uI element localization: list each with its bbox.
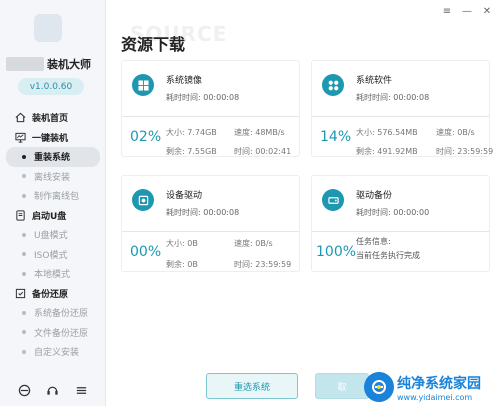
sidebar-item-one-click[interactable]: 一键装机 (0, 128, 106, 148)
app-logo (34, 14, 62, 42)
remaining-value: 剩余: 0B (166, 260, 198, 269)
brand-text: 纯净系统家园 www.yidaimei.com (397, 373, 481, 402)
bullet-icon (22, 252, 26, 257)
page-title: 资源下载 (121, 35, 186, 54)
card-title: 系统软件 (356, 76, 393, 86)
remaining-value: 剩余: 491.92MB (356, 147, 418, 156)
divider (312, 116, 489, 117)
backup-icon (14, 287, 26, 299)
size-value: 大小: 7.74GB (166, 128, 217, 137)
task-info-label: 任务信息: (356, 237, 391, 246)
close-button[interactable]: ✕ (482, 6, 492, 17)
home-icon (14, 112, 26, 124)
sidebar-item-offline-install[interactable]: 离线安装 (0, 167, 106, 187)
support-icon[interactable] (45, 382, 61, 398)
bullet-icon (22, 174, 26, 179)
windows-icon (132, 74, 154, 96)
sidebar-item-local-mode[interactable]: 本地模式 (0, 264, 106, 284)
elapsed-time: 耗时时间: 00:00:08 (166, 93, 240, 102)
window-controls: ≡ — ✕ (442, 6, 492, 17)
sidebar-item-backup[interactable]: 备份还原 (0, 284, 106, 304)
card-title: 系统镜像 (166, 76, 203, 86)
reselect-system-button[interactable]: 重选系统 (206, 373, 298, 399)
blurred-brand (6, 57, 44, 71)
version-badge: v1.0.0.60 (18, 78, 84, 95)
speed-value: 速度: 0B/s (234, 239, 273, 248)
sidebar-nav: 装机首页 一键装机 重装系统 离线安装 制作离线包 启动U盘 U盘模式 ISO模… (0, 108, 106, 362)
speed-value: 速度: 0B/s (436, 128, 475, 137)
sidebar-item-system-backup[interactable]: 系统备份还原 (0, 303, 106, 323)
browser-icon[interactable] (16, 382, 32, 398)
sidebar-footer (0, 382, 106, 398)
sidebar-item-reinstall[interactable]: 重装系统 (6, 147, 100, 167)
progress-percent: 100% (316, 244, 357, 260)
sidebar-item-usb[interactable]: 启动U盘 (0, 206, 106, 226)
app-title: 装机大师 (6, 55, 102, 73)
brand-url: www.yidaimei.com (397, 392, 473, 402)
elapsed-time: 耗时时间: 00:00:08 (166, 208, 240, 217)
monitor-icon (14, 131, 26, 143)
size-value: 大小: 576.54MB (356, 128, 418, 137)
menu-button[interactable]: ≡ (442, 6, 452, 17)
bullet-icon (22, 193, 26, 198)
remaining-value: 剩余: 7.55GB (166, 147, 217, 156)
bullet-icon (22, 154, 26, 159)
elapsed-time: 耗时时间: 00:00:00 (356, 208, 430, 217)
sidebar-item-usb-mode[interactable]: U盘模式 (0, 225, 106, 245)
sidebar-item-iso-mode[interactable]: ISO模式 (0, 245, 106, 265)
brand-logo-icon (364, 372, 394, 402)
time-value: 时间: 23:59:59 (234, 260, 292, 269)
sidebar-item-custom-install[interactable]: 自定义安装 (0, 342, 106, 362)
sidebar-item-file-backup[interactable]: 文件备份还原 (0, 323, 106, 343)
divider (122, 231, 299, 232)
download-card-system-image: 系统镜像 耗时时间: 00:00:08 02% 大小: 7.74GB 速度: 4… (121, 60, 300, 157)
bullet-icon (22, 330, 26, 335)
card-title: 设备驱动 (166, 191, 203, 201)
usb-icon (14, 209, 26, 221)
bullet-icon (22, 271, 26, 276)
sidebar-item-offline-package[interactable]: 制作离线包 (0, 186, 106, 206)
drive-backup-icon (322, 189, 344, 211)
divider (122, 116, 299, 117)
download-card-system-software: 系统软件 耗时时间: 00:00:08 14% 大小: 576.54MB 速度:… (311, 60, 494, 157)
divider (312, 231, 489, 232)
download-card-device-driver: 设备驱动 耗时时间: 00:00:08 00% 大小: 0B 速度: 0B/s … (121, 175, 300, 272)
task-info-value: 当前任务执行完成 (356, 251, 420, 260)
bullet-icon (22, 310, 26, 315)
driver-icon (132, 189, 154, 211)
progress-percent: 00% (130, 244, 162, 260)
site-watermark: 纯净系统家园 www.yidaimei.com (364, 372, 481, 402)
minimize-button[interactable]: — (462, 6, 472, 17)
time-value: 时间: 23:59:59 (436, 147, 494, 156)
menu-icon[interactable] (74, 382, 90, 398)
elapsed-time: 耗时时间: 00:00:08 (356, 93, 430, 102)
brand-name: 纯净系统家园 (397, 375, 481, 392)
size-value: 大小: 0B (166, 239, 198, 248)
apps-icon (322, 74, 344, 96)
bullet-icon (22, 232, 26, 237)
cancel-button[interactable]: 取 (315, 373, 369, 399)
download-card-driver-backup: 驱动备份 耗时时间: 00:00:00 100% 任务信息: 当前任务执行完成 (311, 175, 490, 272)
time-value: 时间: 00:02:41 (234, 147, 292, 156)
progress-percent: 02% (130, 129, 162, 145)
card-title: 驱动备份 (356, 191, 393, 201)
progress-percent: 14% (320, 129, 352, 145)
sidebar: 装机大师 v1.0.0.60 装机首页 一键装机 重装系统 离线安装 制作离线包 (0, 0, 106, 406)
sidebar-item-home[interactable]: 装机首页 (0, 108, 106, 128)
bullet-icon (22, 349, 26, 354)
speed-value: 速度: 48MB/s (234, 128, 285, 137)
